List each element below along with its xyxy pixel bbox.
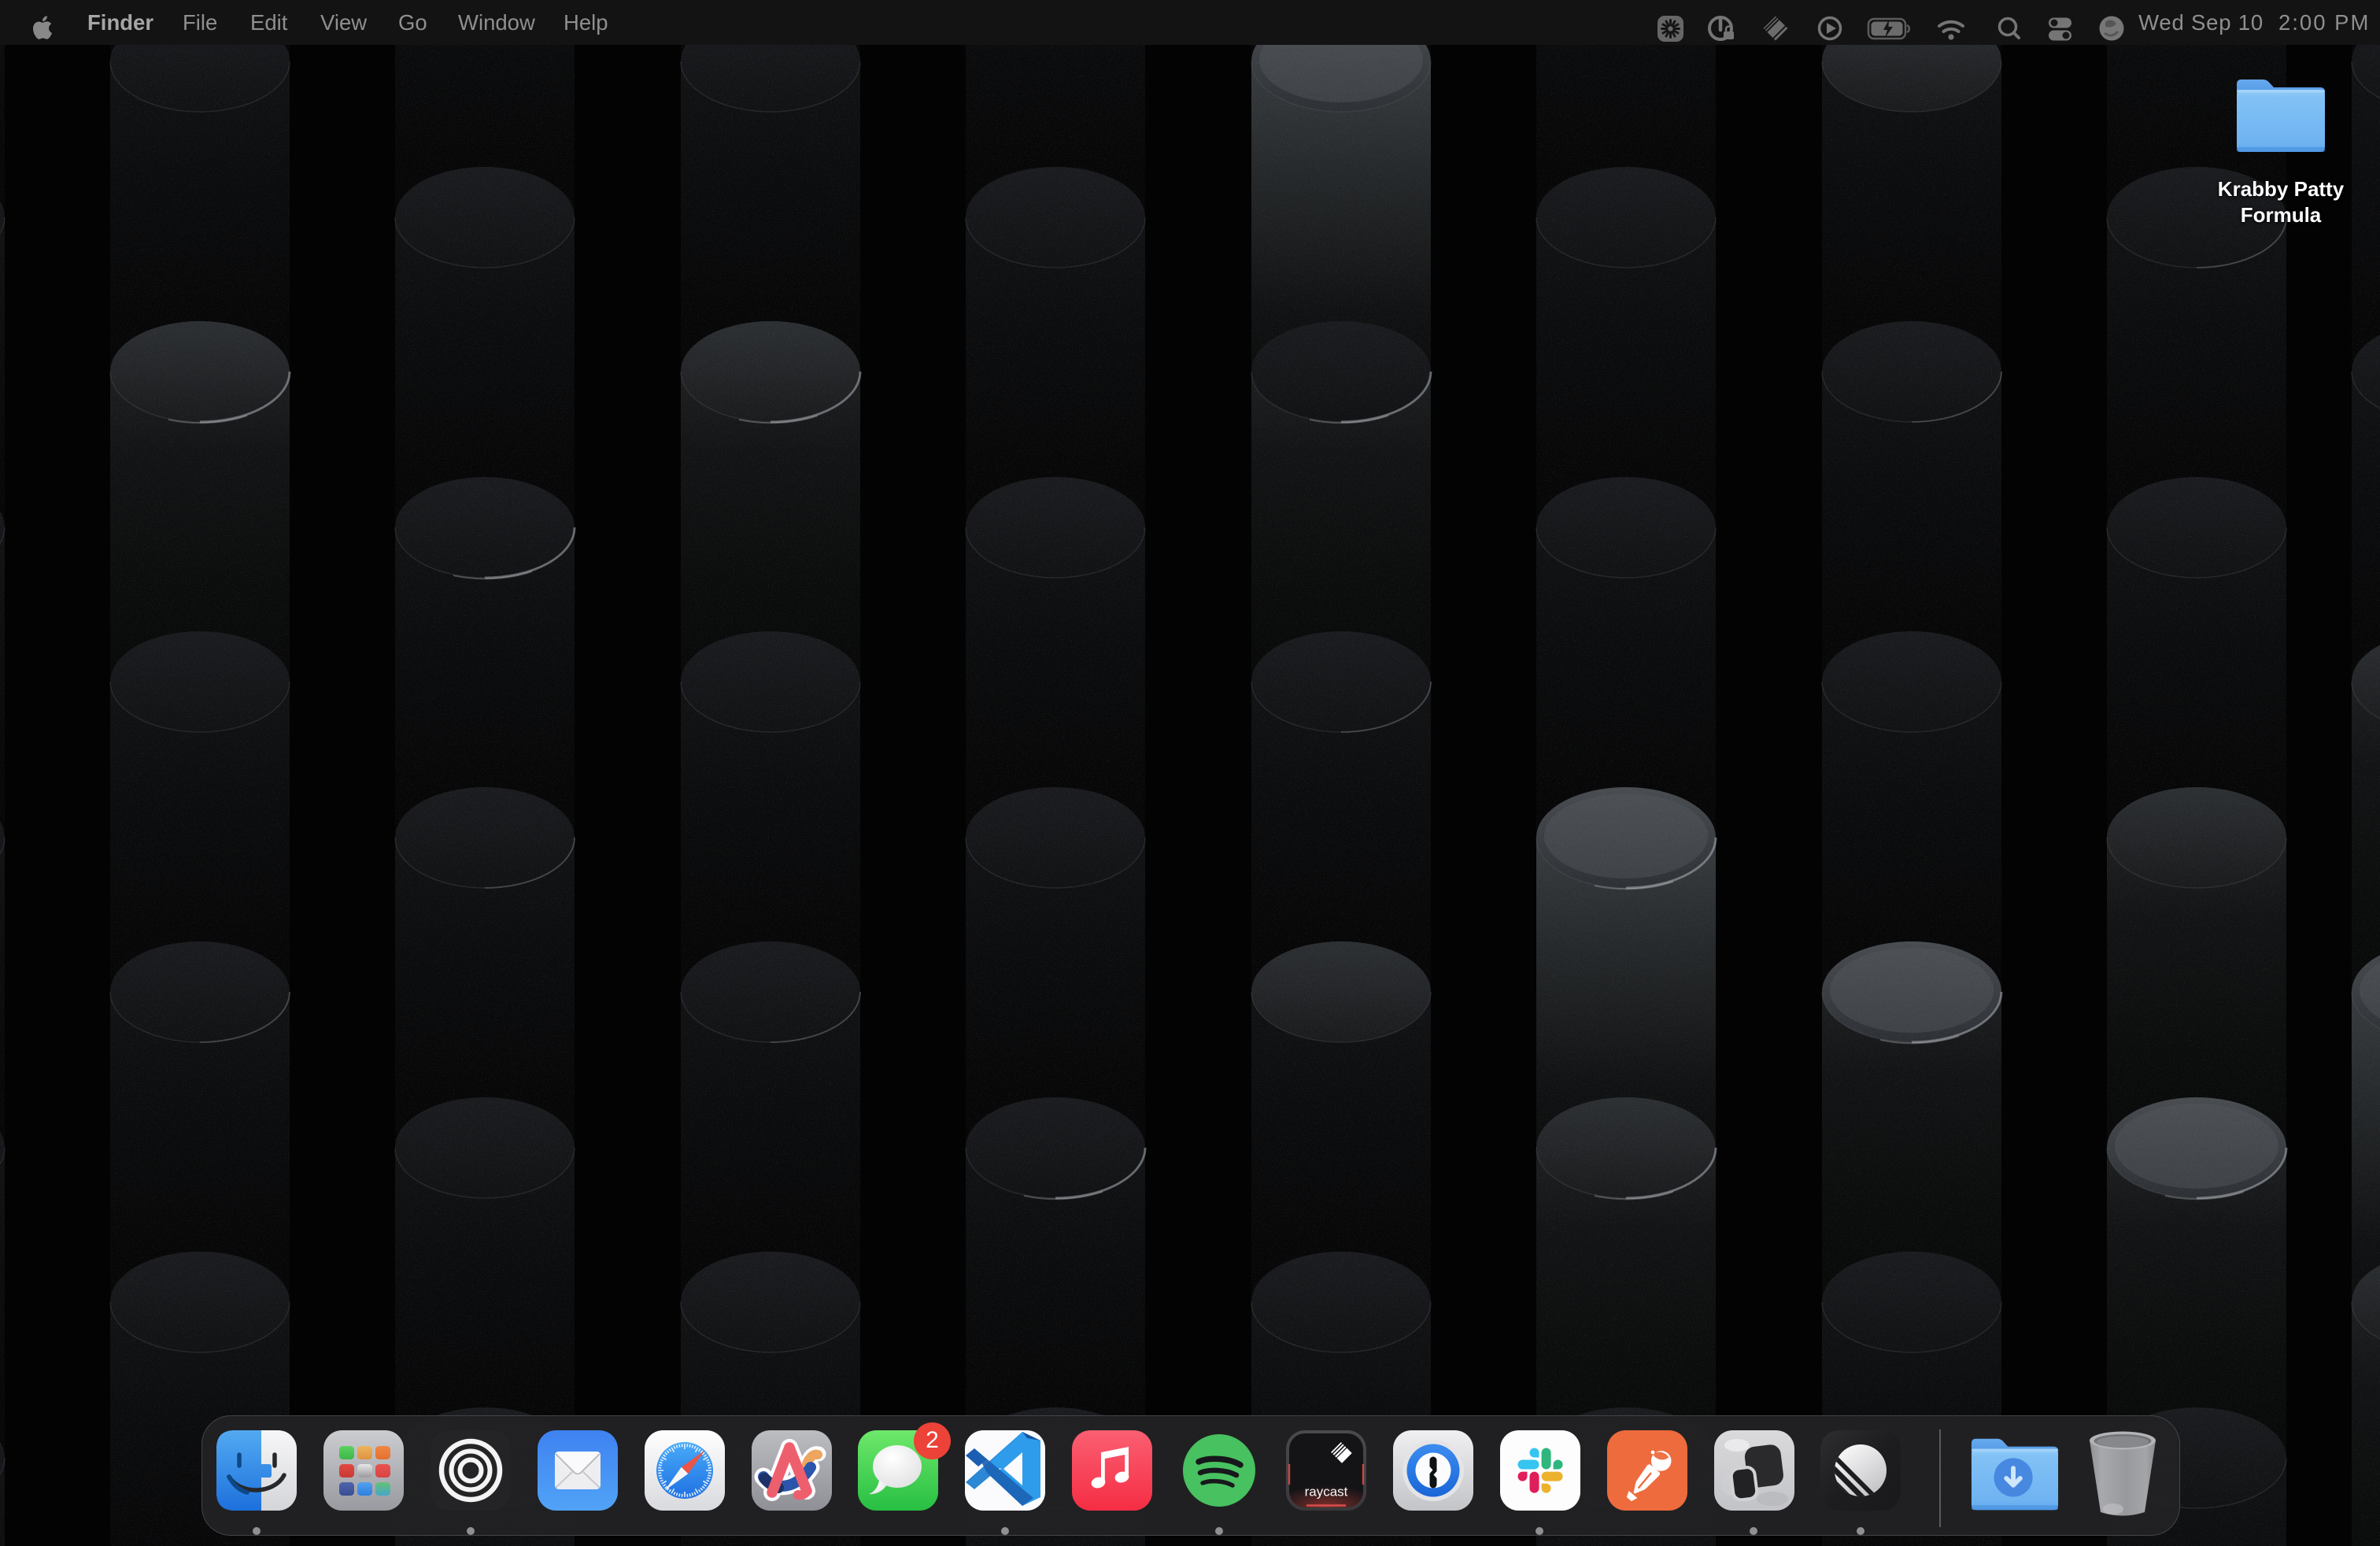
svg-text:raycast: raycast [1305,1485,1348,1500]
